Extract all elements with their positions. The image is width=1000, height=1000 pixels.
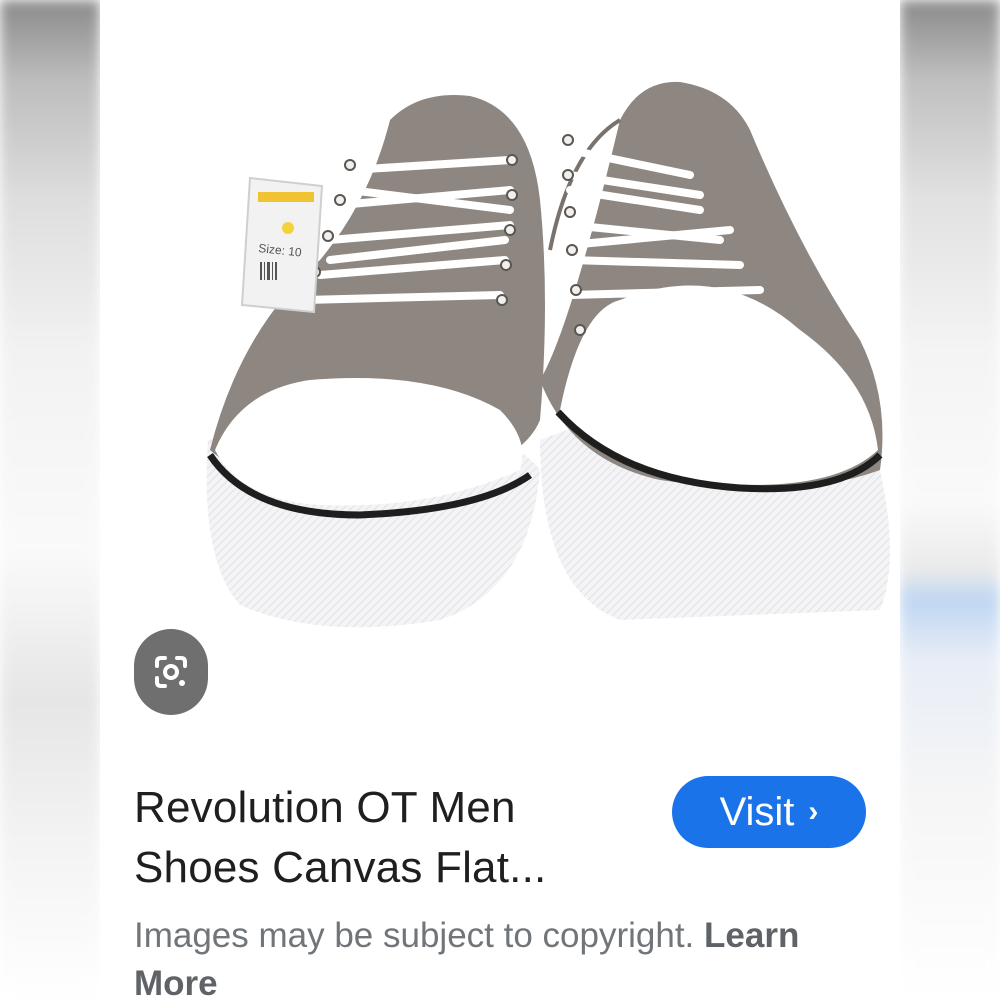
result-title-line1: Revolution OT Men xyxy=(134,783,516,832)
visit-button[interactable]: Visit › xyxy=(672,776,866,848)
size-tag: Size: 10 xyxy=(240,176,324,314)
image-result-card: Size: 10 Revolution OT Men Shoes Canvas … xyxy=(100,0,900,1000)
disclaimer-text: Images may be subject to copyright. xyxy=(134,916,695,955)
result-title[interactable]: Revolution OT Men Shoes Canvas Flat... xyxy=(134,778,614,898)
visit-button-label: Visit xyxy=(719,789,795,834)
result-title-line2: Shoes Canvas Flat... xyxy=(134,843,547,892)
copyright-disclaimer: Images may be subject to copyright. Lear… xyxy=(134,912,874,1000)
google-lens-button[interactable] xyxy=(134,629,208,715)
blurred-background-left xyxy=(0,0,100,1000)
left-shoe xyxy=(206,95,545,628)
product-image[interactable]: Size: 10 xyxy=(100,0,900,760)
screen: Size: 10 Revolution OT Men Shoes Canvas … xyxy=(0,0,1000,1000)
right-shoe xyxy=(540,81,890,620)
google-lens-icon xyxy=(155,656,187,688)
blurred-background-right xyxy=(900,0,1000,1000)
chevron-right-icon: › xyxy=(808,795,819,828)
